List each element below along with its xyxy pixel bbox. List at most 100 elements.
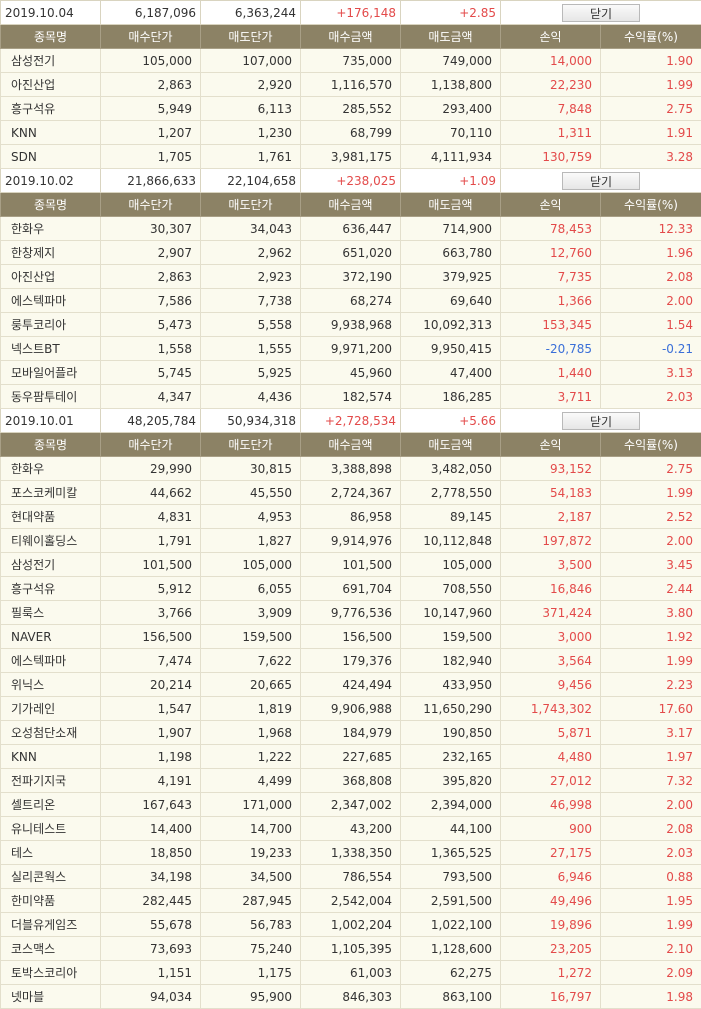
cell-buy-amount: 9,914,976: [301, 529, 401, 553]
close-button[interactable]: 닫기: [562, 172, 640, 190]
cell-sell-amount: 663,780: [401, 241, 501, 265]
table-row: 위닉스20,21420,665424,494433,9509,4562.23: [1, 673, 701, 697]
column-header-profit: 손익: [501, 433, 601, 457]
cell-sell-amount: 433,950: [401, 673, 501, 697]
summary-rate: +2.85: [401, 1, 501, 25]
cell-buy-amount: 9,971,200: [301, 337, 401, 361]
cell-stock-name: 한화우: [1, 217, 101, 241]
cell-sell-price: 34,043: [201, 217, 301, 241]
cell-sell-amount: 3,482,050: [401, 457, 501, 481]
cell-profit: 3,000: [501, 625, 601, 649]
summary-profit: +238,025: [301, 169, 401, 193]
column-header-buy-price: 매수단가: [101, 193, 201, 217]
cell-stock-name: 한미약품: [1, 889, 101, 913]
cell-return-rate: 1.91: [601, 121, 701, 145]
cell-sell-amount: 708,550: [401, 577, 501, 601]
cell-buy-price: 20,214: [101, 673, 201, 697]
cell-profit: 93,152: [501, 457, 601, 481]
cell-buy-amount: 9,776,536: [301, 601, 401, 625]
cell-return-rate: 2.52: [601, 505, 701, 529]
table-row: 테스18,85019,2331,338,3501,365,52527,1752.…: [1, 841, 701, 865]
cell-stock-name: 흥구석유: [1, 97, 101, 121]
cell-buy-amount: 1,105,395: [301, 937, 401, 961]
cell-sell-amount: 293,400: [401, 97, 501, 121]
summary-buy-total: 21,866,633: [101, 169, 201, 193]
cell-return-rate: 3.45: [601, 553, 701, 577]
cell-sell-amount: 159,500: [401, 625, 501, 649]
cell-buy-amount: 3,981,175: [301, 145, 401, 169]
cell-stock-name: 포스코케미칼: [1, 481, 101, 505]
cell-sell-price: 6,113: [201, 97, 301, 121]
table-row: NAVER156,500159,500156,500159,5003,0001.…: [1, 625, 701, 649]
summary-buy-total: 6,187,096: [101, 1, 201, 25]
table-row: 티웨이홀딩스1,7911,8279,914,97610,112,848197,8…: [1, 529, 701, 553]
column-header-return-rate: 수익률(%): [601, 25, 701, 49]
column-header-stock-name: 종목명: [1, 193, 101, 217]
column-header-sell-amount: 매도금액: [401, 433, 501, 457]
cell-return-rate: 2.75: [601, 97, 701, 121]
cell-return-rate: 3.28: [601, 145, 701, 169]
cell-sell-amount: 11,650,290: [401, 697, 501, 721]
cell-return-rate: 2.03: [601, 385, 701, 409]
cell-buy-price: 1,207: [101, 121, 201, 145]
cell-buy-price: 73,693: [101, 937, 201, 961]
summary-date: 2019.10.04: [1, 1, 101, 25]
trade-history-table: 2019.10.046,187,0966,363,244+176,148+2.8…: [0, 0, 701, 1009]
cell-profit: 1,366: [501, 289, 601, 313]
cell-buy-amount: 846,303: [301, 985, 401, 1009]
cell-buy-price: 5,473: [101, 313, 201, 337]
cell-buy-price: 30,307: [101, 217, 201, 241]
close-button[interactable]: 닫기: [562, 4, 640, 22]
cell-profit: 46,998: [501, 793, 601, 817]
cell-sell-price: 2,962: [201, 241, 301, 265]
cell-buy-price: 1,705: [101, 145, 201, 169]
cell-sell-amount: 10,112,848: [401, 529, 501, 553]
cell-return-rate: 2.08: [601, 265, 701, 289]
cell-stock-name: 동우팜투테이: [1, 385, 101, 409]
cell-profit: -20,785: [501, 337, 601, 361]
cell-sell-amount: 395,820: [401, 769, 501, 793]
table-row: 동우팜투테이4,3474,436182,574186,2853,7112.03: [1, 385, 701, 409]
close-button[interactable]: 닫기: [562, 412, 640, 430]
table-row: 한창제지2,9072,962651,020663,78012,7601.96: [1, 241, 701, 265]
cell-stock-name: 실리콘웍스: [1, 865, 101, 889]
cell-buy-amount: 2,542,004: [301, 889, 401, 913]
cell-sell-price: 4,436: [201, 385, 301, 409]
cell-buy-amount: 285,552: [301, 97, 401, 121]
cell-buy-price: 167,643: [101, 793, 201, 817]
cell-buy-price: 7,474: [101, 649, 201, 673]
cell-buy-amount: 636,447: [301, 217, 401, 241]
cell-buy-price: 5,912: [101, 577, 201, 601]
cell-profit: 7,735: [501, 265, 601, 289]
column-header-profit: 손익: [501, 193, 601, 217]
cell-buy-amount: 3,388,898: [301, 457, 401, 481]
cell-sell-price: 105,000: [201, 553, 301, 577]
cell-return-rate: 2.75: [601, 457, 701, 481]
cell-profit: 3,500: [501, 553, 601, 577]
cell-sell-price: 2,920: [201, 73, 301, 97]
cell-stock-name: 넷마블: [1, 985, 101, 1009]
cell-profit: 2,187: [501, 505, 601, 529]
cell-sell-amount: 1,022,100: [401, 913, 501, 937]
cell-sell-price: 45,550: [201, 481, 301, 505]
column-header-sell-price: 매도단가: [201, 433, 301, 457]
cell-sell-price: 20,665: [201, 673, 301, 697]
cell-sell-amount: 1,365,525: [401, 841, 501, 865]
cell-profit: 23,205: [501, 937, 601, 961]
cell-return-rate: 2.00: [601, 529, 701, 553]
cell-buy-price: 1,558: [101, 337, 201, 361]
cell-profit: 9,456: [501, 673, 601, 697]
cell-return-rate: 3.80: [601, 601, 701, 625]
day-summary-row: 2019.10.0221,866,63322,104,658+238,025+1…: [1, 169, 701, 193]
cell-sell-price: 159,500: [201, 625, 301, 649]
cell-buy-price: 14,400: [101, 817, 201, 841]
summary-sell-total: 22,104,658: [201, 169, 301, 193]
cell-sell-price: 5,925: [201, 361, 301, 385]
cell-buy-price: 2,863: [101, 73, 201, 97]
cell-buy-amount: 691,704: [301, 577, 401, 601]
cell-return-rate: 0.88: [601, 865, 701, 889]
cell-stock-name: 유니테스트: [1, 817, 101, 841]
cell-buy-price: 4,347: [101, 385, 201, 409]
cell-stock-name: 오성첨단소재: [1, 721, 101, 745]
cell-return-rate: -0.21: [601, 337, 701, 361]
